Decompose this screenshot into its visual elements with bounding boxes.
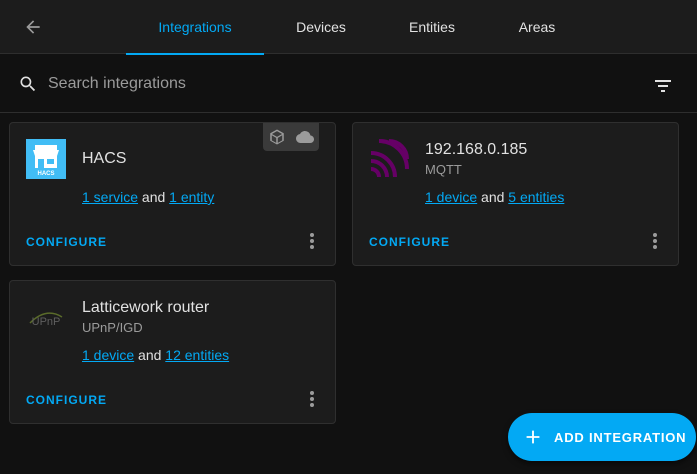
search-icon [20,76,36,92]
overflow-menu-button[interactable] [302,387,322,411]
upnp-logo-text: UPnP [32,316,61,328]
configure-button[interactable]: CONFIGURE [26,235,107,249]
add-integration-label: ADD INTEGRATION [554,430,687,445]
upnp-icon: UPnP [29,312,63,328]
tab-label: Integrations [158,19,232,35]
card-badges [263,123,319,151]
add-integration-button[interactable]: ADD INTEGRATION [508,413,696,461]
tab-label: Devices [296,19,346,35]
integration-card-hacs: HACS HACS 1 service and 1 entity CONFIGU… [9,122,336,266]
card-title: HACS [82,150,127,167]
overflow-menu-button[interactable] [302,229,322,253]
mqtt-logo [369,139,409,179]
more-vertical-icon [653,233,657,249]
more-vertical-icon [310,391,314,407]
overflow-menu-button[interactable] [645,229,665,253]
more-vertical-icon [310,233,314,249]
integration-card-mqtt: 192.168.0.185 MQTT 1 device and 5 entiti… [352,122,679,266]
mqtt-signal-icon [369,139,409,179]
links-joiner: and [138,189,170,205]
configure-button[interactable]: CONFIGURE [369,235,450,249]
package-icon [269,129,284,145]
card-links: 1 service and 1 entity [82,189,214,205]
svg-text:HACS: HACS [37,171,54,177]
back-button[interactable] [18,13,48,41]
services-link[interactable]: 1 service [82,189,138,205]
card-title: 192.168.0.185 [425,141,528,158]
links-joiner: and [134,347,166,363]
configure-button[interactable]: CONFIGURE [26,393,107,407]
cloud-icon [295,131,314,143]
tab-entities[interactable]: Entities [378,0,486,54]
search-bar [0,55,697,113]
hacs-store-icon: HACS [26,139,66,179]
upnp-logo: UPnP [26,297,66,337]
top-app-bar: Integrations Devices Entities Areas [0,0,697,55]
integration-card-upnp: UPnP Latticework router UPnP/IGD 1 devic… [9,280,336,424]
card-links: 1 device and 12 entities [82,347,229,363]
entities-link[interactable]: 5 entities [508,189,564,205]
card-title: Latticework router [82,299,210,316]
entities-link[interactable]: 1 entity [169,189,214,205]
filter-button[interactable] [651,73,675,97]
filter-icon [655,80,671,92]
card-subtitle: UPnP/IGD [82,320,143,335]
card-subtitle: MQTT [425,162,462,177]
plus-icon [526,430,540,444]
links-joiner: and [477,189,509,205]
arrow-left-icon [26,20,40,34]
hacs-logo: HACS [26,139,66,179]
tab-label: Areas [518,19,556,35]
devices-link[interactable]: 1 device [425,189,477,205]
tab-integrations[interactable]: Integrations [126,0,264,55]
tab-areas[interactable]: Areas [486,0,588,54]
tab-label: Entities [409,19,455,35]
tab-devices[interactable]: Devices [264,0,378,54]
search-input[interactable] [48,69,628,99]
devices-link[interactable]: 1 device [82,347,134,363]
entities-link[interactable]: 12 entities [165,347,229,363]
card-links: 1 device and 5 entities [425,189,564,205]
